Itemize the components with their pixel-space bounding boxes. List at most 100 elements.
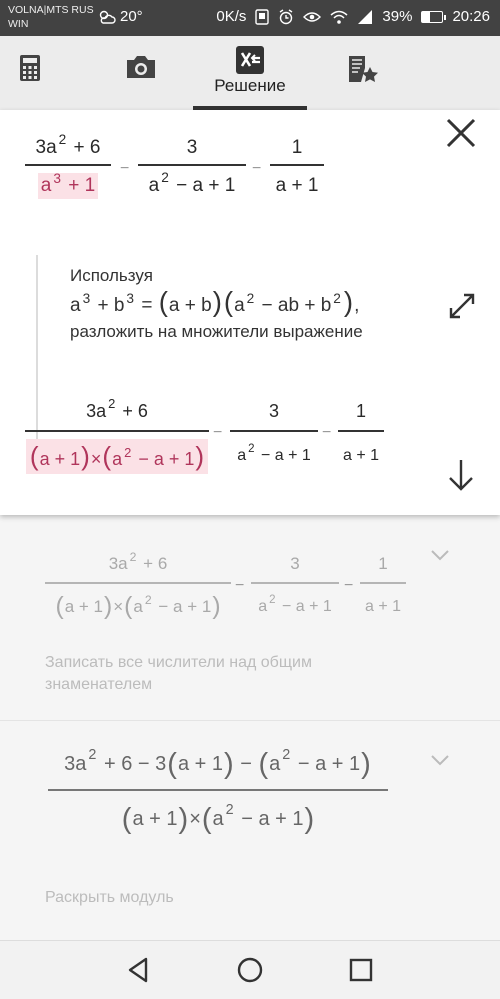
exponent: 2 — [282, 747, 291, 764]
term: + 1 — [68, 175, 96, 196]
term: − a + 1 — [297, 752, 361, 775]
fraction-3-denominator: a + 1 — [364, 598, 402, 615]
exponent: 2 — [108, 395, 116, 411]
tab-calculator[interactable] — [10, 36, 50, 110]
exponent: 2 — [124, 444, 132, 460]
fraction-combined: 3a 2 + 6 − 3(a + 1) − (a 2 − a + 1) (a + 1… — [48, 739, 388, 847]
carrier-line-2: WIN — [8, 18, 29, 30]
term: × — [113, 597, 124, 616]
exponent: 3 — [53, 170, 61, 186]
exponent: 2 — [246, 290, 255, 306]
carrier-line-1: VOLNA|MTS RUS — [8, 4, 94, 16]
exponent: 2 — [129, 549, 137, 564]
term: − a + 1 — [138, 448, 195, 469]
carrier-name: VOLNA|MTS RUS WIN — [8, 3, 94, 31]
term: 3a — [64, 752, 87, 775]
arrow-down-icon[interactable] — [448, 458, 474, 492]
clock: 20:26 — [452, 8, 490, 25]
term: − a + 1 — [158, 597, 212, 616]
fraction-3: 1 a + 1 — [338, 392, 384, 480]
fraction-1: 3a2 + 6 (a + 1)×(a2 − a + 1) — [25, 392, 209, 480]
explanation-line-1: Используя — [70, 266, 153, 285]
battery-level — [422, 11, 431, 22]
fraction-2-numerator: 3 — [268, 400, 279, 421]
battery-percent: 39% — [382, 8, 413, 25]
term: = — [141, 295, 153, 316]
network-speed: 0K/s — [216, 8, 247, 25]
fraction-denominator: (a + 1) ×(a 2 − a + 1) — [121, 802, 315, 835]
fraction-1: 3a2 + 6 (a + 1)×(a2 − a + 1) — [45, 546, 231, 630]
fraction-2-denominator: a2 − a + 1 — [258, 584, 332, 630]
term: − a + 1 — [176, 175, 236, 196]
exponent: 2 — [333, 290, 341, 306]
term: a + b — [168, 295, 212, 316]
term: a — [40, 175, 52, 196]
term: × — [189, 807, 201, 830]
term: a — [212, 807, 224, 830]
exponent: 2 — [58, 132, 67, 148]
exponent: 3 — [126, 290, 135, 306]
fraction-1-denominator: (a + 1)×(a2 − a + 1) — [55, 592, 221, 620]
exponent: 2 — [225, 802, 234, 819]
tab-solution-label: Решение — [214, 76, 286, 95]
navigation-bar — [0, 940, 500, 999]
term: + b — [97, 295, 125, 316]
exponent: 2 — [269, 594, 276, 607]
exponent: 2 — [144, 592, 152, 607]
home-icon[interactable] — [235, 955, 265, 985]
explanation-line-3: разложить на множители выражение — [70, 322, 363, 341]
term: a — [269, 752, 281, 775]
app-toolbar: Решение — [0, 36, 500, 110]
fraction-1-denominator: a3 + 1 — [37, 166, 99, 206]
fraction-2: 3 a2 − a + 1 — [230, 392, 318, 480]
close-icon[interactable] — [444, 116, 478, 150]
wifi-icon — [330, 10, 348, 24]
status-indicators: 0K/s 39% 20:26 — [216, 8, 490, 25]
chevron-down-icon[interactable] — [430, 753, 450, 767]
step-2-caption: Записать все числители над общим знамена… — [45, 654, 312, 693]
exponent: 2 — [88, 747, 97, 764]
fraction-2-numerator: 3 — [186, 137, 198, 158]
tab-camera[interactable] — [118, 36, 164, 110]
minus-operator: − — [213, 424, 223, 441]
back-icon[interactable] — [124, 955, 154, 985]
term: a — [70, 295, 81, 316]
fraction-3-numerator: 1 — [378, 554, 388, 573]
term: − ab + b — [261, 295, 332, 316]
saved-notes-icon — [349, 56, 378, 82]
fraction-1-denominator: (a + 1)×(a2 − a + 1) — [25, 432, 209, 480]
expand-icon[interactable] — [448, 292, 476, 320]
alarm-icon — [280, 8, 293, 24]
notification-icon — [255, 8, 270, 25]
term: a — [133, 597, 143, 616]
fraction-3-denominator: a + 1 — [342, 447, 380, 464]
term: − — [240, 752, 252, 775]
fraction-1: 3a 2 + 6 a3 + 1 — [25, 132, 111, 206]
solution-step-3[interactable]: 3a 2 + 6 − 3(a + 1) − (a 2 − a + 1) (a + 1… — [0, 720, 500, 938]
fraction-2-numerator: 3 — [290, 554, 300, 573]
term: + 6 — [143, 554, 168, 573]
minus-operator: − — [120, 160, 130, 177]
tab-solution[interactable]: Решение — [193, 36, 307, 110]
explanation-formula: a3 + b3 = (a + b)(a 2 − ab + b 2), — [70, 286, 360, 317]
cloud-sun-icon — [99, 10, 116, 24]
tab-saved[interactable] — [340, 36, 384, 110]
term: 3a — [35, 137, 57, 158]
fraction-3: 1 a + 1 — [360, 546, 406, 630]
term: a + 1 — [177, 752, 223, 775]
chevron-down-icon[interactable] — [430, 548, 450, 562]
term: + 6 — [122, 400, 148, 421]
temperature: 20° — [120, 8, 143, 25]
fraction-1-numerator: 3a 2 + 6 — [86, 392, 148, 430]
term: × — [90, 448, 102, 469]
minus-operator: − — [322, 424, 332, 441]
fraction-1-numerator: 3a 2 + 6 — [36, 132, 101, 164]
fraction-3-numerator: 1 — [291, 137, 303, 158]
term: a — [258, 598, 268, 615]
term: a + 1 — [39, 448, 81, 469]
minus-operator: − — [344, 577, 354, 594]
term: a — [112, 448, 123, 469]
recent-apps-icon[interactable] — [346, 955, 376, 985]
term: a — [234, 295, 245, 316]
solution-step-2[interactable]: 3a 2 + 6 (a + 1) ×(a 2 − a + 1) − 3 a2 − a … — [0, 532, 500, 720]
